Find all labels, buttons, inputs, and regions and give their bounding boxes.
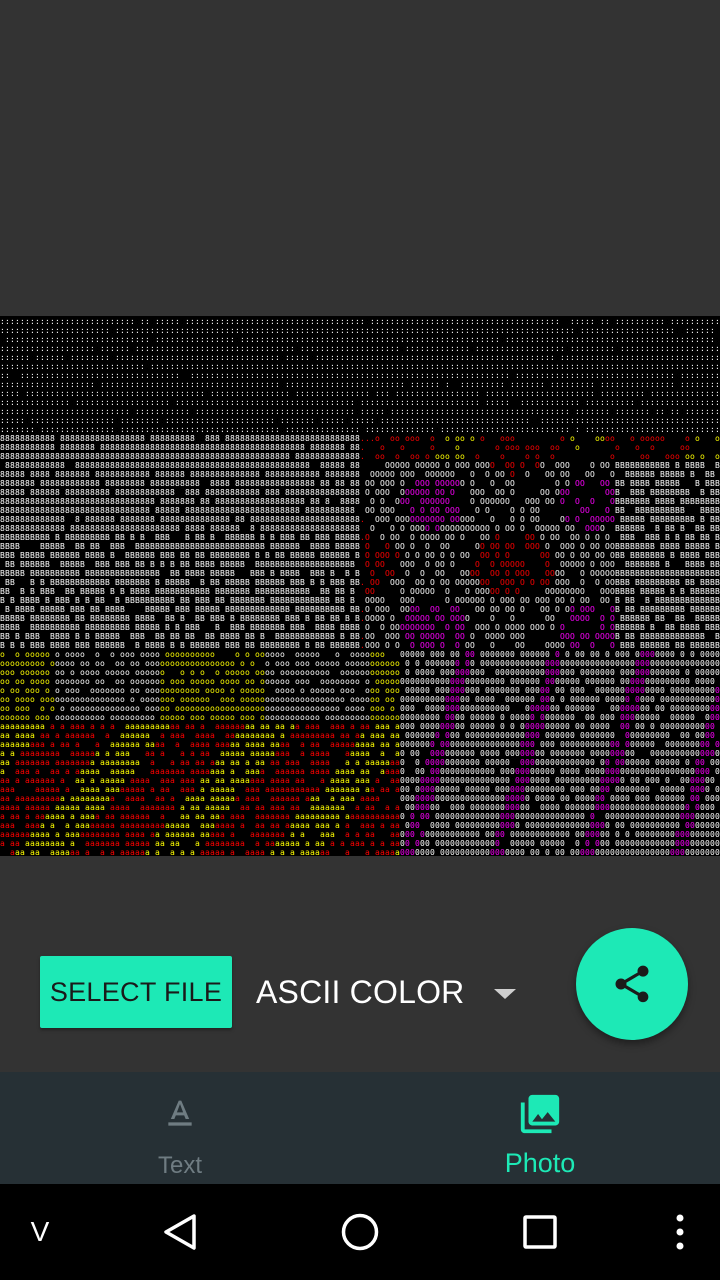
ascii-row: :::::: :::::: :::::::: :::::::::::::::::…: [0, 353, 720, 362]
tab-photo-label: Photo: [505, 1148, 576, 1179]
ascii-row: ::::::::::::::::::::::::::::: ::::::::::…: [0, 362, 720, 371]
ascii-row: 888888888888888888888888888888 88888 888…: [0, 506, 720, 515]
ascii-row: aa aaaaaaaaaa aaaaaaaaa aaaa aa a aaaa a…: [0, 794, 720, 803]
ascii-row: aaaaaaaaa a a aaa a a a aaaaaaaaaaa aa a…: [0, 722, 715, 731]
ascii-row: ::::::::::::::::::: ::::::::::::::::::::…: [0, 380, 720, 389]
ascii-row: a aaa a aa a aaaaa aaaaa aaaaaaa aaaaaaa…: [0, 767, 720, 776]
ascii-row: B B B BBB BBBB BBB BBBBBB B BBBB B B BBB…: [0, 641, 720, 650]
home-circle-icon: [341, 1213, 379, 1251]
ascii-row: a a aaaaaaaa aaaaaa a aaa aa a a a aa aa…: [0, 749, 720, 758]
ascii-row: aa aaaa aa a aaaaaa a aaaaaa a aaa aaaa …: [0, 731, 715, 740]
ascii-row: oo oo oooo ooooooo oo oo ooooooo ooo ooo…: [0, 677, 715, 686]
ascii-row: a aa a aaaaaa a aaaa aa aaaaaa a aa aa a…: [0, 812, 720, 821]
ascii-row: BB BBBBBB BBBBB BBB BBB BB B B B BB BBBB…: [5, 560, 720, 569]
ascii-row: ::::: ::::::::::::::::: :::::::: :::::::…: [0, 416, 720, 425]
ascii-row: 8888888888888888888888888888888888888888…: [0, 452, 720, 461]
ascii-row: aa aaaaaaa aaaaaaaa aaaaaaaa a a aa aa a…: [0, 758, 720, 767]
ascii-row: 88888 8888 8888888 88888888888 888888 88…: [0, 470, 715, 479]
ascii-row: 8888888888888 8888888888888888888888 888…: [0, 524, 720, 533]
ascii-row: :::::::::::::: ::::::::::::::::::: :::::…: [0, 398, 720, 407]
ascii-row: ::::::::::::::::::::::::::::: ::::::::::…: [5, 335, 715, 344]
ascii-row: BB B BBB BBBB B B BBBBB BBB BB BB BB BB …: [0, 632, 720, 641]
ascii-row: o o ooooo o oooo o o ooo oooo oooooooooo…: [0, 650, 720, 659]
home-button[interactable]: [330, 1184, 390, 1280]
ascii-row: oo ooo o o o oooooooooooooo ooooo oooooo…: [0, 704, 720, 713]
ascii-row: BBB BBBBB BBBBBB BBBB B BBBBBB BBB BB BB…: [0, 551, 720, 560]
overflow-menu-button[interactable]: [660, 1184, 700, 1280]
ascii-row: oooooo ooo oooooooooo ooooooooo ooooo oo…: [0, 713, 720, 722]
bottom-navigation: Text Photo: [0, 1072, 720, 1184]
ascii-row: o oo ooo o o ooo ooooooo oo ooooooooooo …: [0, 686, 720, 695]
dropdown-arrow-icon: [494, 989, 516, 999]
ascii-row: BBBBB BBBBBBBB BB BBBBBBBB BBBB BB B BB …: [0, 614, 720, 623]
ascii-row: aaa aa aaaaaa a a a aaaaaa a a a a aaaaa…: [10, 848, 720, 856]
share-icon: [615, 965, 649, 1003]
ascii-row: BB B B BBBBBBBBBBBB BBBBBBB B BBBBB B BB…: [5, 578, 720, 587]
ascii-row: ::::::::::::::::::::::::::: :: ::::: :::…: [0, 317, 720, 326]
ascii-row: 88888888888 88888888888888888 888888888 …: [0, 434, 720, 443]
recent-square-icon: [523, 1215, 557, 1249]
back-triangle-icon: [164, 1214, 196, 1250]
ascii-row: aaa aaaaa a aaaa aaaaaaaa a aa aaa a aaa…: [0, 785, 720, 794]
ascii-row: 8888888888888888888888888888888 8888888 …: [0, 497, 720, 506]
ascii-row: BBBBB BBBBBBBBBB BBBBBBBBBBBBBBB BB BBBB…: [0, 569, 720, 578]
ascii-row: ::::::::::::::::::: :::::: :::::::::::::…: [0, 344, 720, 353]
controls-row: SELECT FILE ASCII COLOR: [0, 928, 720, 1040]
mode-dropdown-value: ASCII COLOR: [256, 974, 464, 1011]
system-navigation-bar: V: [0, 1184, 720, 1280]
ascii-row: B B BBBB B BBB B B BB B BBBBBBBBBB BB BB…: [0, 596, 720, 605]
ascii-art-preview: ::::::::::::::::::::::::::: :: ::::: :::…: [0, 316, 720, 856]
ascii-row: aaaaaaaaaa a aaaaaaaaaaa aaaa aa aaaaaa …: [0, 830, 720, 839]
app-screen: ::::::::::::::::::::::::::: :: ::::: :::…: [0, 0, 720, 1280]
ascii-row: BBBB BBBBBBBBBB BBBBBBBBB BBBBB B B BBB …: [0, 623, 720, 632]
more-vertical-icon: [676, 1214, 684, 1250]
ascii-row: 88888 888888 888888888 888888888888 888 …: [0, 488, 720, 497]
ascii-row: BB B B BBB BB BBBBB B B BBBB BBBBBBBBBBB…: [0, 587, 720, 596]
ascii-row: ooooooooo ooooo oo oo oo oo oooooooooooo…: [0, 659, 720, 668]
ascii-row: :::::::::::::::::::::::::: ::::::::::: :…: [0, 407, 720, 416]
ascii-row: :: :::::::::::::::::::::::::::::::: ::::…: [0, 371, 720, 380]
ascii-row: 888888888888 888888888888888888888888888…: [5, 461, 720, 470]
ascii-row: aaaa aaaaa aaaaa aaaa aaaa aaaaaaa a aa …: [0, 803, 715, 812]
keyboard-toggle-button[interactable]: V: [18, 1184, 62, 1280]
ascii-row: BBBB BBBBB BB BB BBB BBBBBBBBBBBBBBBBBBB…: [0, 542, 720, 551]
mode-dropdown[interactable]: ASCII COLOR: [256, 956, 532, 1028]
tab-photo[interactable]: Photo: [360, 1072, 720, 1184]
back-button[interactable]: [150, 1184, 210, 1280]
ascii-row: ooo oooooo oo o oooo ooooo oooooo o o o …: [0, 668, 720, 677]
tab-text[interactable]: Text: [0, 1072, 360, 1184]
recent-apps-button[interactable]: [510, 1184, 570, 1280]
ascii-row: aaaaaaaaa a aa a a aaaaaa aaaa a aaaa aa…: [0, 740, 720, 749]
ascii-row: :::: :::::::::::::::::::::::::::::::::::…: [0, 389, 720, 398]
ascii-row: oo oooo ooooooooooooooooo o ooooooo oooo…: [0, 695, 720, 704]
ascii-row: :::::::::::::::::::::: :::::::::::::::::…: [0, 326, 715, 335]
ascii-row: BBBBBBBBBB B BBBBBBBBB BB B B BBB B BB B…: [0, 533, 720, 542]
ascii-row: 8888888888888 8 888888 8888888 888888888…: [0, 515, 720, 524]
ascii-row: 88888888888 8888888 88888888888888888888…: [0, 443, 690, 452]
ascii-row: a aa aaaaaaaa a aaaaaaa aaaaa aa aa a aa…: [0, 839, 720, 848]
text-format-icon: [156, 1090, 204, 1138]
photo-library-icon: [516, 1090, 564, 1138]
ascii-row: ::::::: ::::::::::::::: ::::::::::::::::…: [0, 425, 720, 434]
ascii-row: aa a aaaaaa a aa a aaaaa aaaa aaa aaa aa…: [0, 776, 715, 785]
ascii-row: 8888888 888888888888 88888888 8888888888…: [0, 479, 720, 488]
ascii-row: B BBBB BBBBB BBB BB BBBB BBBBB BBB BBBBB…: [5, 605, 720, 614]
select-file-button[interactable]: SELECT FILE: [40, 956, 232, 1028]
share-button[interactable]: [576, 928, 688, 1040]
ascii-row: aaa aaaa a a aaaaaaaa aaaaaaaaaaaaaa aaa…: [0, 821, 720, 830]
tab-text-label: Text: [158, 1152, 202, 1180]
